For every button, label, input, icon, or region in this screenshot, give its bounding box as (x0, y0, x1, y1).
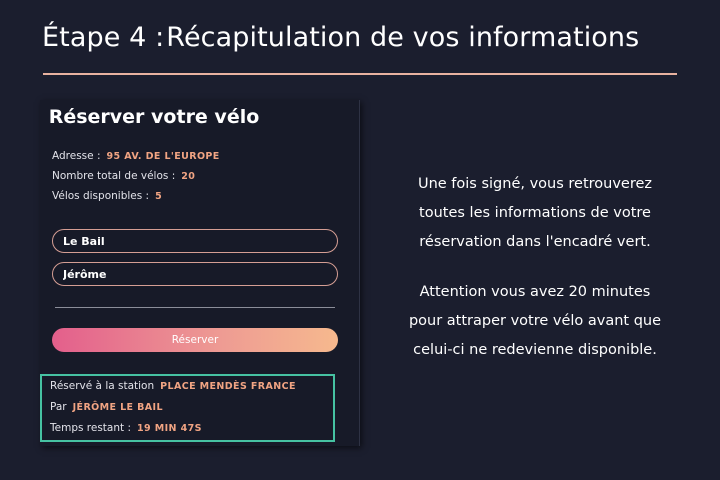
last-name-input[interactable] (52, 229, 338, 253)
available-bikes-row: Vélos disponibles : 5 (52, 190, 162, 202)
instructions-paragraph-1: Une fois signé, vous retrouverez toutes … (380, 170, 690, 257)
address-value: 95 AV. DE L'EUROPE (106, 151, 220, 162)
station-label: Réservé à la station (50, 380, 155, 392)
station-row: Réservé à la station PLACE MENDÈS FRANCE (50, 380, 296, 392)
form-title: Réserver votre vélo (48, 106, 260, 128)
reserved-by-row: Par JÉRÔME LE BAIL (50, 401, 163, 413)
page-title: Étape 4 :Récapitulation de vos informati… (42, 22, 639, 53)
instruction-line: Une fois signé, vous retrouverez (417, 176, 653, 192)
available-bikes-value: 5 (155, 191, 163, 202)
instruction-line: celui-ci ne redevienne disponible. (413, 342, 657, 358)
time-remaining-row: Temps restant : 19 MIN 47S (50, 422, 202, 434)
instruction-line: pour attraper votre vélo avant que (408, 313, 662, 329)
title-divider (43, 73, 677, 75)
address-label: Adresse : (52, 150, 101, 162)
page-title-text: Récapitulation de vos informations (166, 22, 640, 53)
reserved-by-label: Par (50, 401, 67, 413)
instruction-line: réservation dans l'encadré vert. (419, 234, 651, 250)
time-remaining-value: 19 MIN 47S (137, 423, 202, 434)
form-divider (55, 307, 335, 308)
address-row: Adresse : 95 AV. DE L'EUROPE (52, 150, 220, 162)
time-remaining-label: Temps restant : (50, 422, 132, 434)
total-bikes-label: Nombre total de vélos : (52, 170, 176, 182)
instruction-line: Attention vous avez 20 minutes (419, 284, 651, 300)
available-bikes-label: Vélos disponibles : (52, 190, 150, 202)
reserve-button[interactable]: Réserver (52, 328, 338, 352)
step-label: Étape 4 : (42, 22, 165, 53)
first-name-input[interactable] (52, 262, 338, 286)
station-value: PLACE MENDÈS FRANCE (160, 381, 296, 392)
total-bikes-row: Nombre total de vélos : 20 (52, 170, 195, 182)
reserved-by-value: JÉRÔME LE BAIL (72, 402, 163, 413)
total-bikes-value: 20 (181, 171, 196, 182)
instruction-line: toutes les informations de votre (419, 205, 651, 221)
instructions-paragraph-2: Attention vous avez 20 minutes pour attr… (380, 278, 690, 365)
